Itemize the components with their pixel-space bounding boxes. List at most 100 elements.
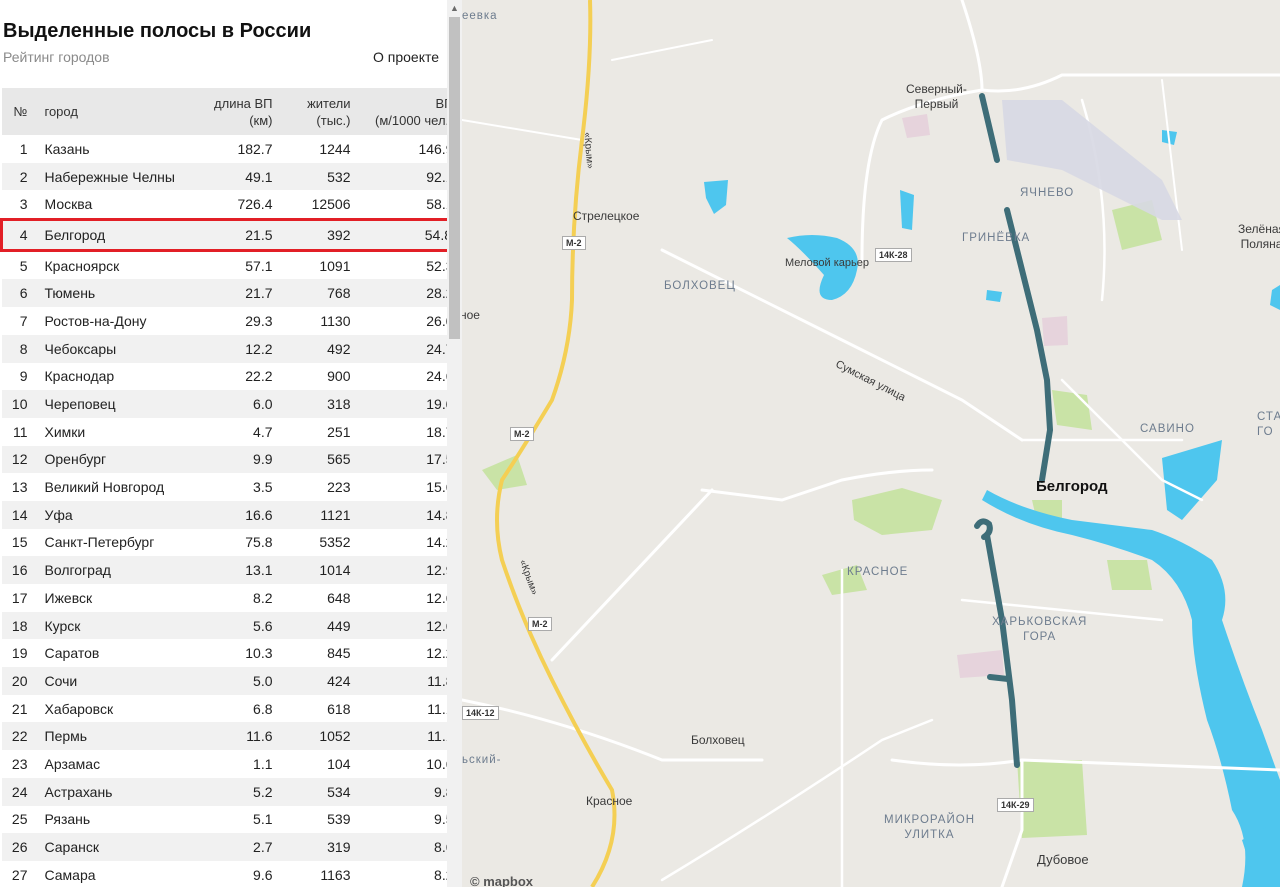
map-label-severny[interactable]: Северный- Первый — [906, 82, 967, 112]
table-row[interactable]: 19 Саратов 10.3 845 12.2 — [2, 639, 463, 667]
scroll-up-arrow-icon[interactable]: ▲ — [450, 3, 459, 13]
table-row[interactable]: 1 Казань 182.7 1244 146.9 — [2, 135, 463, 163]
map-label-streletskoe[interactable]: Стрелецкое — [573, 209, 639, 223]
table-row[interactable]: 12 Оренбург 9.9 565 17.5 — [1, 445, 462, 474]
table-row[interactable]: 5 Красноярск 57.1 1091 52.3 — [2, 250, 463, 279]
rank-cell: 23 — [11, 755, 28, 772]
lane-length-cell: 3.5 — [253, 479, 273, 496]
rank-cell: 21 — [11, 700, 28, 717]
map-label-kharkovskaya-line1: ХАРЬКОВСКАЯ — [992, 616, 1088, 628]
map-label-mikrorayon-ulitka[interactable]: МИКРОРАЙОН УЛИТКА — [884, 813, 975, 843]
lane-length-cell: 9.6 — [253, 866, 273, 883]
table-row[interactable]: 20 Сочи 5.0 424 11.8 — [1, 667, 462, 695]
table-row[interactable]: 9 Краснодар 22.2 900 24.6 — [2, 363, 463, 391]
population-cell: 845 — [327, 645, 351, 662]
col-length-unit: (км) — [249, 112, 273, 128]
scrollbar-thumb[interactable] — [449, 17, 460, 339]
population-cell: 1052 — [280, 722, 359, 751]
map-label-zelenaya-polyana[interactable]: ЗелёнаяПоляна — [1238, 222, 1280, 252]
table-row[interactable]: 3 Москва 726.4 12506 58.1 — [2, 190, 463, 219]
sidebar-scrollbar[interactable]: ▲ — [447, 0, 462, 887]
ranking-sidebar: Выделенные полосы в России Рейтинг город… — [0, 0, 462, 887]
col-population-header[interactable]: жители (тыс.) — [280, 88, 359, 135]
table-row[interactable]: 2 Набережные Челны 49.1 532 92.1 — [1, 162, 462, 191]
rank-cell: 16 — [1, 556, 36, 584]
table-row[interactable]: 27 Самара 9.6 1163 8.2 — [2, 861, 463, 887]
city-cell: Рязань — [44, 811, 91, 828]
rank-cell: 17 — [11, 589, 28, 606]
city-cell: Саранск — [35, 833, 207, 861]
table-row[interactable]: 7 Ростов-на-Дону 29.3 1130 26.0 — [2, 307, 463, 335]
map-label-krasnoe-village[interactable]: Красное — [586, 794, 632, 808]
rank-cell: 12 — [1, 445, 36, 474]
lane-length-cell: 726.4 — [237, 196, 273, 213]
map-label-kharkovskaya-gora[interactable]: ХАРЬКОВСКАЯ ГОРА — [992, 615, 1087, 645]
road-shield-m2-b: М-2 — [510, 427, 534, 441]
col-num-header[interactable]: № — [1, 88, 36, 135]
page-title: Выделенные полосы в России — [3, 20, 312, 42]
map-label-bolkhovets-village[interactable]: Болховец — [691, 733, 745, 747]
rank-cell: 2 — [1, 162, 36, 191]
lane-length-cell: 12.2 — [206, 334, 281, 363]
table-row[interactable]: 4 Белгород 21.5 392 54.8 — [0, 218, 462, 252]
table-row[interactable]: 17 Ижевск 8.2 648 12.6 — [2, 584, 463, 612]
table-row[interactable]: 26 Саранск 2.7 319 8.6 — [1, 833, 462, 861]
col-city-header[interactable]: город — [35, 88, 207, 135]
rank-cell: 19 — [11, 645, 28, 662]
map-label-grinevka[interactable]: ГРИНЁВКА — [962, 232, 1030, 244]
table-row[interactable]: 15 Санкт-Петербург 75.8 5352 14.2 — [2, 529, 463, 557]
rank-cell: 24 — [1, 777, 36, 806]
city-cell: Уфа — [35, 500, 207, 529]
city-cell: Сочи — [35, 667, 207, 695]
table-row[interactable]: 10 Череповец 6.0 318 19.0 — [1, 390, 462, 418]
population-cell: 539 — [327, 811, 351, 828]
table-row[interactable]: 18 Курск 5.6 449 12.6 — [1, 611, 462, 640]
map-label-savino[interactable]: САВИНО — [1140, 423, 1195, 435]
city-cell: Хабаровск — [44, 700, 114, 717]
map-label-dubovoe[interactable]: Дубовое — [1037, 852, 1089, 867]
road-shield-14k28: 14К-28 — [875, 248, 912, 262]
table-row[interactable]: 6 Тюмень 21.7 768 28.2 — [1, 279, 462, 308]
lane-length-cell: 5.1 — [253, 811, 273, 828]
population-cell: 1091 — [319, 257, 351, 274]
population-cell: 449 — [280, 611, 359, 640]
population-cell: 392 — [280, 218, 359, 252]
table-row[interactable]: 24 Астрахань 5.2 534 9.8 — [1, 777, 462, 806]
lane-length-cell: 1.1 — [253, 755, 273, 772]
mapbox-logo[interactable]: © mapbox — [470, 874, 533, 887]
lane-length-cell: 49.1 — [206, 162, 281, 191]
map-label-bolkhovets-district[interactable]: БОЛХОВЕЦ — [664, 280, 736, 292]
table-row[interactable]: 8 Чебоксары 12.2 492 24.7 — [1, 334, 462, 363]
table-row[interactable]: 22 Пермь 11.6 1052 11.1 — [1, 722, 462, 751]
table-row[interactable]: 11 Химки 4.7 251 18.7 — [2, 418, 463, 446]
map-label-melovoy-karier[interactable]: Меловой карьер — [785, 257, 869, 269]
col-population-label: жители — [307, 95, 351, 111]
lane-length-cell: 5.0 — [206, 667, 281, 695]
population-cell: 319 — [280, 833, 359, 861]
table-row[interactable]: 16 Волгоград 13.1 1014 12.9 — [1, 556, 462, 584]
population-cell: 1244 — [319, 140, 351, 157]
lane-length-cell: 4.7 — [253, 423, 273, 440]
table-row[interactable]: 23 Арзамас 1.1 104 10.6 — [2, 750, 463, 778]
population-cell: 12506 — [311, 196, 351, 213]
table-row[interactable]: 13 Великий Новгород 3.5 223 15.6 — [2, 473, 463, 501]
population-cell: 532 — [280, 162, 359, 191]
map-label-belgorod[interactable]: Белгород — [1036, 478, 1108, 495]
about-project-link[interactable]: О проекте — [373, 49, 439, 65]
lane-length-cell: 21.5 — [206, 218, 281, 252]
rank-cell: 18 — [1, 611, 36, 640]
city-cell: Ижевск — [44, 589, 93, 606]
table-row[interactable]: 25 Рязань 5.1 539 9.5 — [2, 806, 463, 834]
map-label-zelenaya-line1: Зелёная — [1238, 222, 1280, 236]
rank-cell: 15 — [11, 534, 28, 551]
table-row[interactable]: 14 Уфа 16.6 1121 14.8 — [1, 500, 462, 529]
col-length-header[interactable]: длина ВП (км) — [206, 88, 281, 135]
rank-cell: 25 — [11, 811, 28, 828]
map-label-sta-line2: ГО — [1257, 426, 1274, 438]
city-map[interactable]: геевка Северный-Первый Стрелецкое Мелово… — [462, 0, 1280, 887]
map-label-sta: СТА ГО — [1257, 410, 1280, 440]
city-cell: Казань — [44, 140, 90, 157]
table-row[interactable]: 21 Хабаровск 6.8 618 11.1 — [2, 695, 463, 723]
map-label-krasnoe-district[interactable]: КРАСНОЕ — [847, 566, 908, 578]
map-label-yachnevo[interactable]: ЯЧНЕВО — [1020, 187, 1074, 199]
